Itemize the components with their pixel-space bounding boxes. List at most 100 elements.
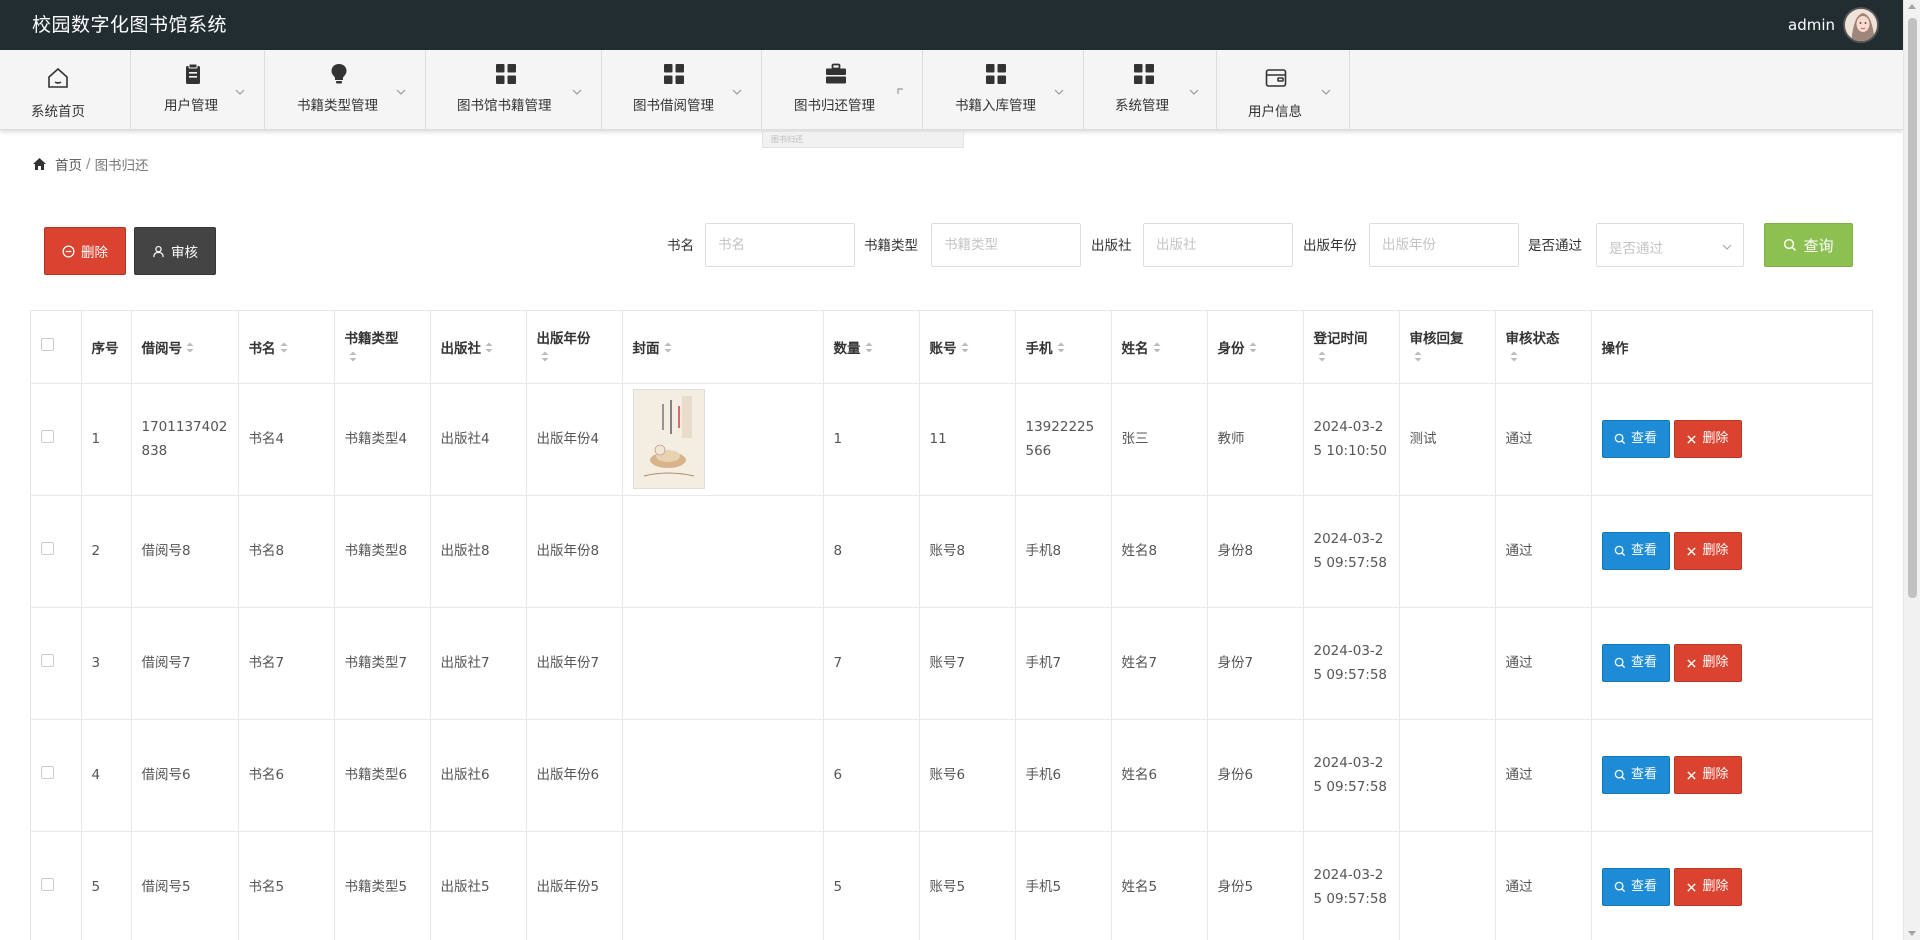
year-label: 出版年份: [1303, 238, 1357, 254]
view-button[interactable]: 查看: [1601, 419, 1670, 458]
view-button[interactable]: 查看: [1601, 867, 1670, 906]
column-header[interactable]: 审核回复: [1399, 311, 1496, 384]
view-label: 查看: [1630, 766, 1657, 782]
scroll-down-arrow-icon[interactable]: [1908, 931, 1916, 936]
delete-button[interactable]: 删除: [1673, 756, 1742, 795]
audit-button[interactable]: 审核: [134, 227, 216, 275]
sort-icon: [961, 341, 969, 357]
query-button[interactable]: 查询: [1764, 223, 1853, 267]
breadcrumb-separator: /: [86, 156, 91, 172]
view-label: 查看: [1630, 654, 1657, 670]
table-row: 2 借阅号8 书名8 书籍类型8 出版社8 出版年份8 8 账号8 手机8 姓名8 身份8 2024-…: [31, 495, 1872, 608]
row-checkbox-cell: [31, 607, 82, 720]
sort-icon: [1414, 350, 1422, 366]
delete-button[interactable]: 删除: [1673, 644, 1742, 683]
cell-year: 出版年份7: [526, 607, 623, 720]
chevron-down-icon: [1188, 86, 1200, 98]
column-header[interactable]: 身份: [1207, 311, 1304, 384]
column-header[interactable]: 姓名: [1111, 311, 1208, 384]
grid-icon: [662, 62, 686, 86]
nav-user-info[interactable]: 用户信息: [1217, 50, 1350, 130]
year-input[interactable]: [1369, 223, 1519, 267]
column-header[interactable]: 书名: [238, 311, 335, 384]
search-icon: [1614, 545, 1626, 556]
cell-cover: [622, 607, 824, 720]
nav-library-book-management[interactable]: 图书馆书籍管理: [426, 50, 602, 130]
column-header[interactable]: 审核状态: [1495, 311, 1592, 384]
table-header-row: 序号 借阅号 书名 书籍类型 出版社 出版年份 封面 数量 账号 手机 姓名 身…: [31, 311, 1872, 384]
nav-user-management[interactable]: 用户管理: [131, 50, 265, 130]
top-bar: 校园数字化图书馆系统 admin: [0, 0, 1903, 50]
scrollbar-thumb[interactable]: [1908, 18, 1917, 598]
delete-button[interactable]: 删除: [1673, 868, 1742, 907]
column-header-label: 出版社: [440, 340, 482, 357]
batch-delete-label: 删除: [81, 245, 108, 261]
view-label: 查看: [1630, 542, 1657, 558]
nav-dropdown-popup[interactable]: 图书归还: [762, 131, 964, 148]
search-icon: [1614, 881, 1626, 892]
column-header[interactable]: 账号: [919, 311, 1016, 384]
row-checkbox[interactable]: [41, 430, 54, 443]
query-label: 查询: [1803, 236, 1834, 255]
cell-status: 通过: [1495, 831, 1592, 940]
grid-icon: [984, 62, 1008, 86]
select-all-checkbox[interactable]: [41, 338, 54, 352]
delete-button[interactable]: 删除: [1673, 420, 1742, 459]
cell-account: 账号7: [919, 607, 1016, 720]
table-row: 1 1701137402838 书名4 书籍类型4 出版社4 出版年份4 1 11 139222…: [31, 383, 1872, 496]
column-header[interactable]: 借阅号: [131, 311, 239, 384]
chevron-down-icon: [731, 86, 743, 98]
column-header[interactable]: 登记时间: [1303, 311, 1400, 384]
row-checkbox-cell: [31, 831, 82, 940]
home-icon: [46, 66, 70, 90]
column-header[interactable]: 数量: [823, 311, 920, 384]
nav-return-management[interactable]: 图书归还管理: [762, 50, 923, 130]
breadcrumb-home[interactable]: 首页: [55, 154, 82, 174]
nav-label: 书籍类型管理: [297, 98, 378, 114]
sort-icon: [280, 341, 288, 357]
book-type-input[interactable]: [931, 223, 1081, 267]
cell-identity: 身份8: [1207, 495, 1304, 608]
nav-book-type-management[interactable]: 书籍类型管理: [265, 50, 426, 130]
book-cover-image[interactable]: [632, 389, 705, 489]
audit-label: 审核: [171, 245, 198, 261]
view-button[interactable]: 查看: [1601, 531, 1670, 570]
clipboard-icon: [181, 62, 205, 86]
table-row: 5 借阅号5 书名5 书籍类型5 出版社5 出版年份5 5 账号5 手机5 姓名5 身份5 2024-…: [31, 831, 1872, 940]
nav-home[interactable]: 系统首页: [0, 50, 131, 130]
row-checkbox-cell: [31, 383, 82, 496]
nav-borrow-management[interactable]: 图书借阅管理: [602, 50, 762, 130]
batch-delete-button[interactable]: 删除: [44, 227, 126, 275]
nav-system-management[interactable]: 系统管理: [1084, 50, 1217, 130]
cell-cover: [622, 383, 824, 496]
approved-select[interactable]: 是否通过: [1596, 223, 1744, 267]
cell-reply: [1399, 719, 1496, 832]
column-header[interactable]: 出版社: [430, 311, 527, 384]
column-header[interactable]: 手机: [1015, 311, 1112, 384]
chevron-down-icon: [1320, 86, 1332, 98]
publisher-input[interactable]: [1143, 223, 1293, 267]
cell-status: 通过: [1495, 607, 1592, 720]
row-checkbox[interactable]: [41, 878, 54, 891]
row-checkbox[interactable]: [41, 654, 54, 667]
return-table: 序号 借阅号 书名 书籍类型 出版社 出版年份 封面 数量 账号 手机 姓名 身…: [30, 310, 1873, 940]
user-name[interactable]: admin: [1788, 0, 1835, 50]
column-header[interactable]: 书籍类型: [334, 311, 431, 384]
delete-button[interactable]: 删除: [1673, 532, 1742, 571]
row-checkbox[interactable]: [41, 542, 54, 555]
column-header[interactable]: 出版年份: [526, 311, 623, 384]
chevron-down-icon: [571, 86, 583, 98]
view-button[interactable]: 查看: [1601, 755, 1670, 794]
cell-type: 书籍类型8: [334, 495, 431, 608]
cell-status: 通过: [1495, 495, 1592, 608]
row-checkbox[interactable]: [41, 766, 54, 779]
book-name-input[interactable]: [705, 223, 855, 267]
column-header[interactable]: 封面: [622, 311, 824, 384]
view-button[interactable]: 查看: [1601, 643, 1670, 682]
nav-label: 用户管理: [164, 98, 218, 114]
page-scrollbar[interactable]: [1903, 0, 1920, 940]
scroll-up-arrow-icon[interactable]: [1908, 4, 1916, 9]
delete-label: 删除: [1702, 655, 1729, 671]
avatar[interactable]: [1843, 7, 1879, 43]
nav-storage-management[interactable]: 书籍入库管理: [923, 50, 1084, 130]
